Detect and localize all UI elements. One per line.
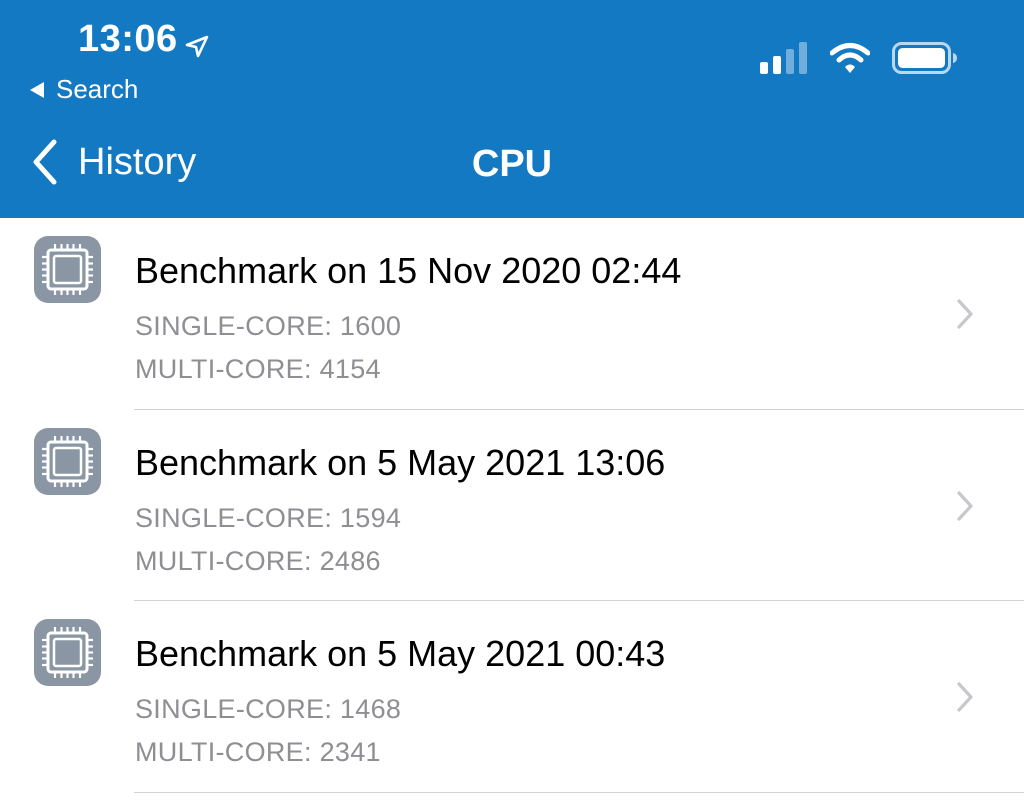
benchmark-title: Benchmark on 5 May 2021 00:43 [135,633,666,674]
battery-icon [892,42,957,74]
back-to-search-button[interactable]: Search [30,74,138,105]
benchmark-list: Benchmark on 15 Nov 2020 02:44 SINGLE-CO… [0,218,1024,793]
single-core-score: SINGLE-CORE: 1468 [135,694,402,724]
chevron-right-icon [957,490,973,521]
multi-core-score: MULTI-CORE: 2341 [135,737,381,767]
benchmark-row[interactable]: Benchmark on 15 Nov 2020 02:44 SINGLE-CO… [0,218,1024,410]
status-time-text: 13:06 [78,18,178,60]
chevron-right-icon [957,299,973,329]
cpu-chip-icon [34,427,101,495]
wifi-icon [830,43,870,73]
location-arrow-icon [184,27,210,57]
nav-back-label: History [78,140,197,183]
back-triangle-icon [30,81,44,98]
benchmark-title: Benchmark on 15 Nov 2020 02:44 [135,250,682,291]
nav-back-button[interactable]: History [30,138,196,186]
cpu-chip-icon [34,236,101,303]
chevron-left-icon [33,139,57,185]
status-indicators [760,42,958,74]
single-core-score: SINGLE-CORE: 1600 [135,311,402,341]
multi-core-score: MULTI-CORE: 4154 [135,354,381,384]
app-header: 13:06 Search History CPU [0,0,1024,218]
chevron-right-icon [957,682,973,712]
row-divider [134,791,1024,793]
benchmark-row[interactable]: Benchmark on 5 May 2021 00:43 SINGLE-COR… [0,601,1024,793]
back-to-search-label: Search [56,74,139,104]
cellular-signal-icon [760,42,807,74]
single-core-score: SINGLE-CORE: 1594 [135,502,402,533]
benchmark-row[interactable]: Benchmark on 5 May 2021 13:06 SINGLE-COR… [0,410,1024,601]
cpu-chip-icon [34,619,101,686]
multi-core-score: MULTI-CORE: 2486 [135,545,381,576]
benchmark-title: Benchmark on 5 May 2021 13:06 [135,441,666,483]
status-time: 13:06 [78,18,210,61]
